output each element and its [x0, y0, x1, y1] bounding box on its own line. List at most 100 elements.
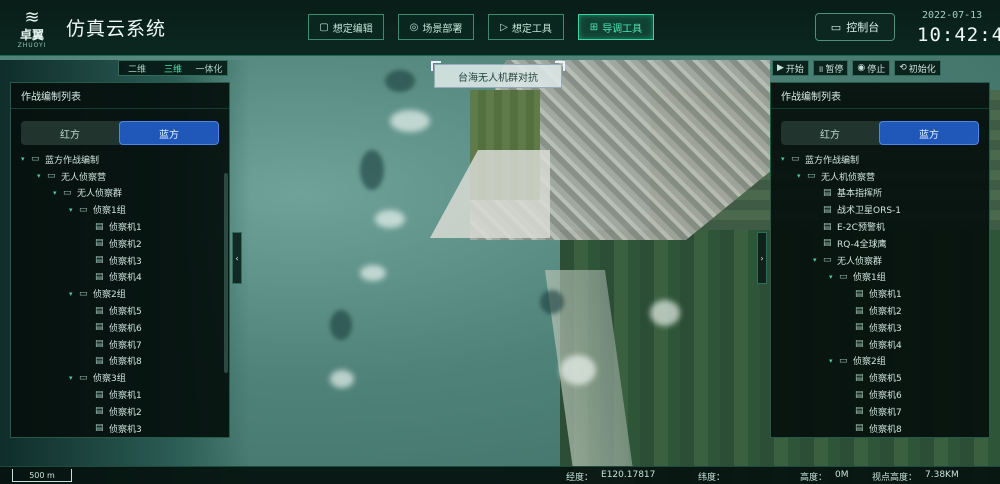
tree-node-label: 侦察1组: [853, 273, 886, 284]
file-icon: ▤: [95, 389, 104, 400]
tree-leaf-node[interactable]: ▤ 侦察机2: [781, 302, 989, 319]
file-icon: ▤: [95, 423, 104, 434]
tree-leaf-node[interactable]: ▤ 侦察机8: [781, 420, 989, 437]
sim-start-button[interactable]: ▶ 开始: [772, 60, 809, 76]
tree-leaf-node[interactable]: ▤ 侦察机1: [21, 218, 229, 235]
org-tree: ▾ ▭ 蓝方作战编制 ▾ ▭ 无人侦察营 ▾ ▭ 无人侦察群 ▾ ▭ 侦察1组 ▤ 侦察机1 ▤ 侦察机2 ▤ 侦…: [11, 151, 229, 437]
tree-folder-node[interactable]: ▾ ▭ 侦察1组: [21, 201, 229, 218]
tree-leaf-node[interactable]: ▤ 战术卫星ORS-1: [781, 201, 989, 218]
expand-toggle-icon[interactable]: ▾: [69, 374, 79, 382]
tree-leaf-node[interactable]: ▤ 侦察机5: [781, 369, 989, 386]
tree-node-label: 侦察机3: [109, 256, 142, 267]
expand-toggle-icon[interactable]: ▾: [781, 155, 791, 163]
expand-toggle-icon[interactable]: ▾: [829, 273, 839, 281]
tree-folder-node[interactable]: ▾ ▭ 无人侦察群: [21, 185, 229, 202]
tab-red-force[interactable]: 红方: [21, 121, 119, 145]
collapse-right-panel-button[interactable]: ›: [757, 232, 767, 284]
expand-toggle-icon[interactable]: ▾: [69, 290, 79, 298]
expand-toggle-icon[interactable]: ▾: [69, 206, 79, 214]
file-icon: ▤: [95, 238, 104, 249]
nav-scenario-tool-button[interactable]: ▷ 想定工具: [488, 14, 564, 40]
tree-node-label: 无人机侦察营: [821, 172, 876, 183]
current-time: 10:42:46: [917, 24, 1000, 46]
tab-blue-force[interactable]: 蓝方: [879, 121, 979, 145]
file-icon: ▤: [855, 322, 864, 333]
tree-node-label: 蓝方作战编制: [45, 155, 100, 166]
file-icon: ▤: [855, 389, 864, 400]
folder-icon: ▭: [839, 271, 848, 282]
folder-icon: ▭: [79, 288, 88, 299]
sim-stop-button[interactable]: ◉ 停止: [852, 60, 891, 76]
tree-folder-node[interactable]: ▾ ▭ 侦察2组: [781, 353, 989, 370]
sim-pause-button[interactable]: ॥ 暂停: [812, 60, 849, 76]
tree-leaf-node[interactable]: ▤ 侦察机1: [21, 386, 229, 403]
expand-toggle-icon[interactable]: ▾: [813, 256, 823, 264]
tree-leaf-node[interactable]: ▤ 侦察机7: [781, 403, 989, 420]
console-button[interactable]: ▭ 控制台: [815, 13, 895, 41]
tree-leaf-node[interactable]: ▤ 基本指挥所: [781, 185, 989, 202]
map-reef: [330, 310, 352, 340]
tab-red-force[interactable]: 红方: [781, 121, 879, 145]
tree-leaf-node[interactable]: ▤ 侦察机4: [21, 269, 229, 286]
tree-leaf-node[interactable]: ▤ 侦察机5: [21, 302, 229, 319]
expand-toggle-icon[interactable]: ▾: [829, 357, 839, 365]
expand-toggle-icon[interactable]: ▾: [21, 155, 31, 163]
tree-leaf-node[interactable]: ▤ E-2C预警机: [781, 218, 989, 235]
tree-folder-node[interactable]: ▾ ▭ 无人侦察营: [21, 168, 229, 185]
expand-toggle-icon[interactable]: ▾: [797, 172, 807, 180]
play-icon: ▶: [777, 63, 784, 73]
tree-leaf-node[interactable]: ▤ RQ-4全球鹰: [781, 235, 989, 252]
org-tree: ▾ ▭ 蓝方作战编制 ▾ ▭ 无人机侦察营 ▤ 基本指挥所 ▤ 战术卫星ORS-1 ▤ E-2C预警机…: [771, 151, 989, 437]
deploy-icon: ◎: [409, 21, 419, 33]
tree-leaf-node[interactable]: ▤ 侦察机3: [781, 319, 989, 336]
folder-icon: ▭: [807, 171, 816, 182]
collapse-left-panel-button[interactable]: ‹: [232, 232, 242, 284]
status-bar: 500 m 经度： E120.17817 纬度： 高度： 0M 视点高度： 7.…: [0, 466, 1000, 484]
nav-scenario-edit-button[interactable]: ▢ 想定编辑: [308, 14, 384, 40]
nav-scene-deploy-button[interactable]: ◎ 场景部署: [398, 14, 474, 40]
tree-leaf-node[interactable]: ▤ 侦察机3: [21, 252, 229, 269]
tree-folder-node[interactable]: ▾ ▭ 蓝方作战编制: [21, 151, 229, 168]
expand-toggle-icon[interactable]: ▾: [37, 172, 47, 180]
tree-node-label: E-2C预警机: [837, 223, 885, 234]
tree-node-label: 侦察3组: [93, 374, 126, 385]
tab-blue-force[interactable]: 蓝方: [119, 121, 219, 145]
tree-folder-node[interactable]: ▾ ▭ 侦察2组: [21, 285, 229, 302]
chevron-right-icon: ›: [760, 253, 764, 263]
folder-icon: ▭: [79, 372, 88, 383]
tree-leaf-node[interactable]: ▤ 侦察机6: [781, 386, 989, 403]
tree-folder-node[interactable]: ▾ ▭ 蓝方作战编制: [781, 151, 989, 168]
view-integrated-button[interactable]: 一体化: [191, 61, 227, 75]
file-icon: ▤: [855, 288, 864, 299]
tree-leaf-node[interactable]: ▤ 侦察机7: [21, 336, 229, 353]
tree-leaf-node[interactable]: ▤ 侦察机2: [21, 235, 229, 252]
tree-folder-node[interactable]: ▾ ▭ 无人侦察群: [781, 252, 989, 269]
view-2d-button[interactable]: 二维: [119, 61, 155, 75]
scrollbar[interactable]: [224, 173, 228, 373]
force-tabs: 红方 蓝方: [781, 121, 979, 145]
expand-toggle-icon[interactable]: ▾: [53, 189, 63, 197]
tree-folder-node[interactable]: ▾ ▭ 无人机侦察营: [781, 168, 989, 185]
force-tabs: 红方 蓝方: [21, 121, 219, 145]
logo-text: 卓翼: [19, 28, 44, 42]
file-icon: ▤: [95, 322, 104, 333]
tree-leaf-node[interactable]: ▤ 侦察机2: [21, 403, 229, 420]
tree-leaf-node[interactable]: ▤ 侦察机6: [21, 319, 229, 336]
monitor-icon: ▭: [830, 20, 842, 34]
altitude-readout: 高度： 0M: [800, 470, 849, 483]
tree-node-label: 侦察机3: [109, 424, 142, 435]
tree-folder-node[interactable]: ▾ ▭ 侦察1组: [781, 269, 989, 286]
reset-icon: ⟲: [899, 63, 907, 73]
tree-leaf-node[interactable]: ▤ 侦察机3: [21, 420, 229, 437]
tree-leaf-node[interactable]: ▤ 侦察机4: [781, 336, 989, 353]
sim-reset-button[interactable]: ⟲ 初始化: [894, 60, 941, 76]
stop-icon: ◉: [857, 63, 866, 73]
tree-node-label: 侦察机6: [109, 323, 142, 334]
tree-folder-node[interactable]: ▾ ▭ 侦察3组: [21, 369, 229, 386]
view-3d-button[interactable]: 三维: [155, 61, 191, 75]
tree-leaf-node[interactable]: ▤ 侦察机8: [21, 353, 229, 370]
logo-icon: ≋: [24, 7, 40, 28]
nav-director-tool-button[interactable]: ⊞ 导调工具: [578, 14, 654, 40]
tree-leaf-node[interactable]: ▤ 侦察机1: [781, 285, 989, 302]
scenario-name-label: 台海无人机群对抗: [431, 61, 565, 88]
